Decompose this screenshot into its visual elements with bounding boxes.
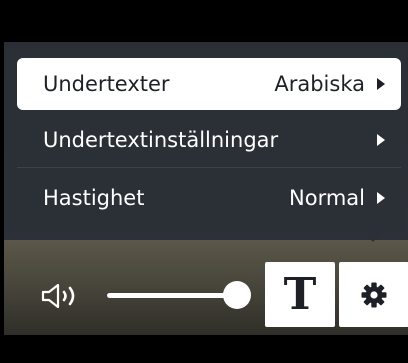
chevron-right-icon — [377, 134, 385, 146]
chevron-right-icon — [377, 192, 385, 204]
gear-icon — [361, 282, 387, 307]
menu-item-value: Arabiska — [274, 72, 365, 96]
menu-item-speed[interactable]: Hastighet Normal — [17, 172, 401, 224]
settings-button[interactable] — [339, 262, 408, 327]
settings-menu: Undertexter Arabiska Undertextinställnin… — [6, 46, 406, 232]
menu-item-subtitles[interactable]: Undertexter Arabiska — [17, 58, 401, 110]
video-player: Undertexter Arabiska Undertextinställnin… — [0, 0, 408, 363]
menu-item-label: Undertextinställningar — [43, 128, 279, 152]
menu-item-label: Undertexter — [43, 72, 170, 96]
chevron-right-icon — [377, 78, 385, 90]
volume-slider[interactable] — [107, 293, 238, 298]
speaker-icon[interactable] — [41, 283, 91, 309]
menu-item-subtitle-settings[interactable]: Undertextinställningar — [17, 114, 401, 166]
captions-icon: T — [283, 268, 317, 320]
menu-pointer — [364, 232, 382, 242]
volume-slider-thumb[interactable] — [223, 281, 251, 309]
menu-item-value: Normal — [289, 186, 365, 210]
menu-item-label: Hastighet — [43, 186, 145, 210]
captions-button[interactable]: T — [265, 262, 335, 327]
divider — [17, 167, 401, 168]
